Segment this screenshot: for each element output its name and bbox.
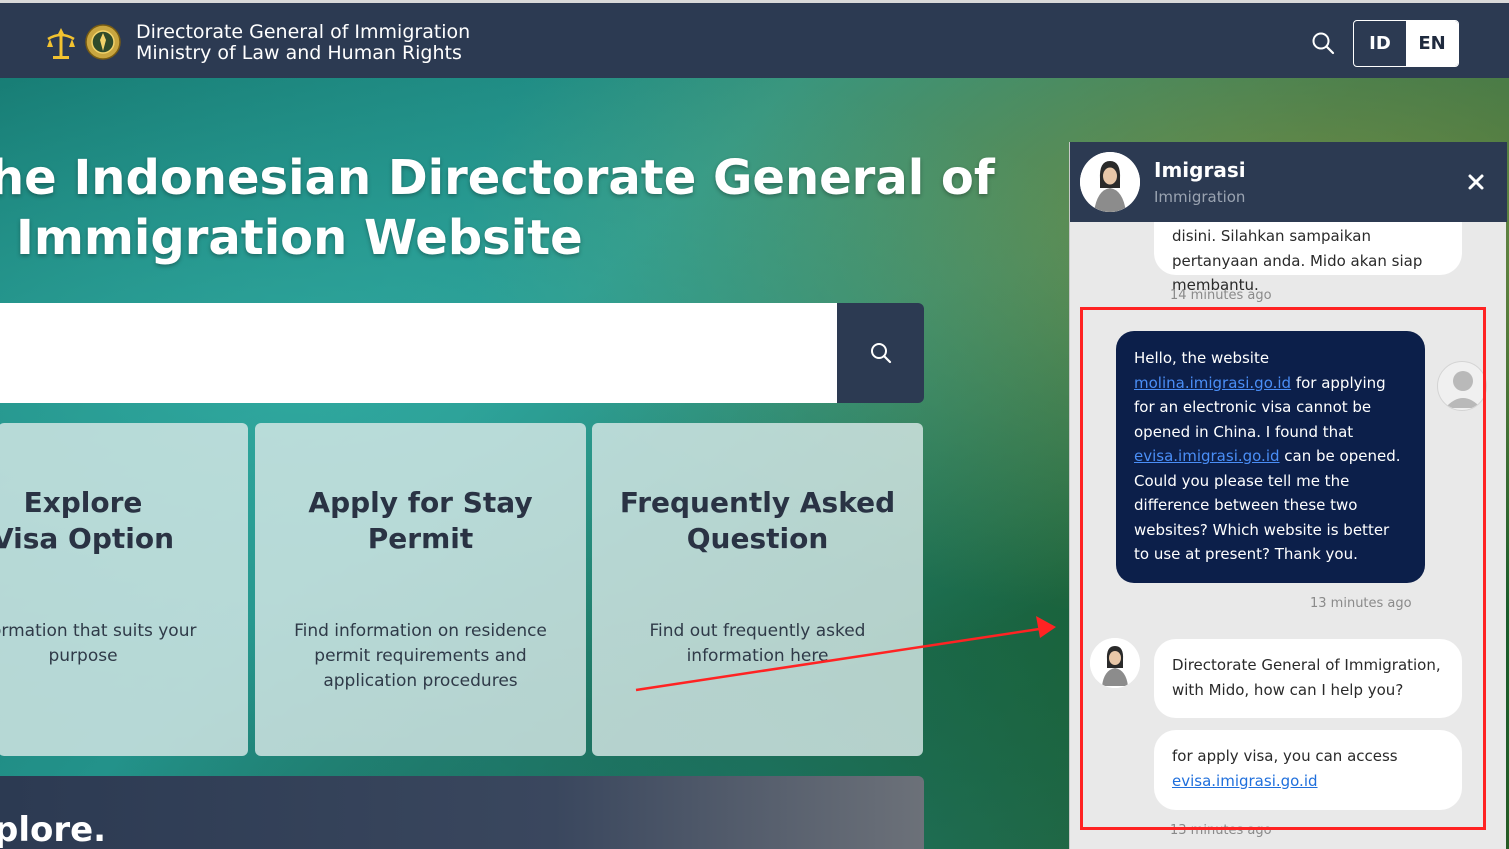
chat-agent-avatar bbox=[1080, 152, 1140, 212]
hero-title: he Indonesian Directorate General of Immi… bbox=[0, 148, 995, 268]
hero-title-line-1: he Indonesian Directorate General of bbox=[0, 150, 995, 206]
top-navbar: Directorate General of Immigration Minis… bbox=[0, 0, 1509, 78]
lang-en-button[interactable]: EN bbox=[1406, 21, 1458, 66]
card-title: Frequently Asked Question bbox=[619, 486, 896, 555]
hero-search-input[interactable] bbox=[0, 303, 837, 403]
explore-label: plore. bbox=[0, 810, 107, 849]
card-stay-permit[interactable]: Apply for Stay Permit Find information o… bbox=[255, 423, 586, 756]
kemenkumham-logo-icon[interactable] bbox=[44, 25, 78, 61]
card-faq[interactable]: Frequently Asked Question Find out frequ… bbox=[592, 423, 923, 756]
search-icon[interactable] bbox=[1311, 31, 1335, 55]
card-explore-visa[interactable]: Explore Visa Option information that sui… bbox=[0, 423, 248, 756]
card-description: information that suits your purpose bbox=[0, 621, 197, 666]
immigration-emblem-icon[interactable] bbox=[84, 23, 122, 61]
card-title: Explore Visa Option bbox=[0, 486, 175, 555]
close-icon[interactable] bbox=[1466, 172, 1486, 192]
chat-agent-subtitle: Immigration bbox=[1154, 188, 1246, 206]
brand-line-1: Directorate General of Immigration bbox=[136, 21, 471, 43]
hero-title-line-2: Immigration Website bbox=[16, 210, 583, 266]
card-title: Apply for Stay Permit bbox=[308, 486, 533, 555]
card-description: Find information on residence permit req… bbox=[294, 621, 547, 691]
site-brand[interactable]: Directorate General of Immigration Minis… bbox=[136, 22, 470, 64]
brand-line-2: Ministry of Law and Human Rights bbox=[136, 42, 462, 64]
chat-agent-name: Imigrasi bbox=[1154, 158, 1246, 182]
annotation-highlight-box bbox=[1080, 307, 1486, 830]
language-switcher: ID EN bbox=[1353, 20, 1459, 67]
chat-timestamp: 14 minutes ago bbox=[1170, 288, 1272, 303]
card-description: Find out frequently asked information he… bbox=[649, 621, 866, 666]
lang-id-button[interactable]: ID bbox=[1354, 21, 1406, 66]
agent-avatar-icon bbox=[1080, 152, 1140, 212]
explore-banner[interactable]: plore. bbox=[0, 776, 924, 849]
chat-header: Imigrasi Immigration bbox=[1070, 142, 1507, 222]
search-icon bbox=[870, 343, 891, 364]
hero-search-button[interactable] bbox=[837, 303, 924, 403]
